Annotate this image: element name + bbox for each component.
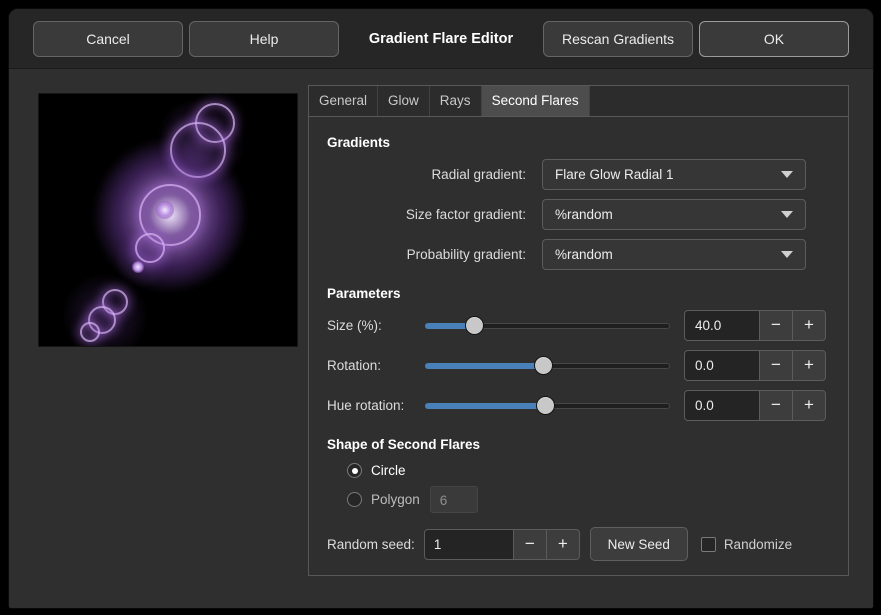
size-factor-gradient-label: Size factor gradient: [319, 207, 542, 222]
random-seed-row: Random seed: 1 − + New Seed Randomize [327, 528, 826, 560]
size-label: Size (%): [319, 318, 415, 333]
tab-general[interactable]: General [309, 86, 378, 116]
hue-rotation-slider[interactable] [425, 395, 670, 415]
circle-radio-label: Circle [371, 463, 406, 478]
circle-radio-row: Circle [347, 456, 826, 485]
polygon-radio-row: Polygon 6 [347, 485, 826, 514]
seed-increment-button[interactable]: + [547, 529, 580, 560]
probability-gradient-row: Probability gradient: %random [319, 234, 826, 274]
ok-button[interactable]: OK [699, 21, 849, 57]
flare-ring [135, 233, 165, 263]
new-seed-button[interactable]: New Seed [590, 527, 688, 561]
editor-notebook: General Glow Rays Second Flares Gradient… [308, 85, 849, 576]
probability-gradient-label: Probability gradient: [319, 247, 542, 262]
rotation-slider[interactable] [425, 355, 670, 375]
tab-second-flares[interactable]: Second Flares [482, 86, 590, 116]
parameters-heading: Parameters [327, 286, 826, 301]
polygon-radio-label: Polygon [371, 492, 420, 507]
seed-decrement-button[interactable]: − [514, 529, 547, 560]
rotation-value[interactable]: 0.0 [684, 350, 760, 381]
cancel-button[interactable]: Cancel [33, 21, 183, 57]
hue-rotation-label: Hue rotation: [319, 398, 415, 413]
radial-gradient-value: Flare Glow Radial 1 [555, 167, 674, 182]
chevron-down-icon [781, 171, 793, 178]
chevron-down-icon [781, 211, 793, 218]
size-increment-button[interactable]: + [793, 310, 826, 341]
probability-gradient-value: %random [555, 247, 613, 262]
polygon-radio[interactable] [347, 492, 362, 507]
help-button[interactable]: Help [189, 21, 339, 57]
hue-rotation-decrement-button[interactable]: − [760, 390, 793, 421]
flare-core-dot [156, 201, 174, 219]
hue-rotation-row: Hue rotation: 0.0 − + [319, 385, 826, 425]
screen: Gradient Flare Editor Cancel Help Rescan… [0, 0, 881, 615]
rotation-increment-button[interactable]: + [793, 350, 826, 381]
size-row: Size (%): 40.0 − + [319, 305, 826, 345]
size-decrement-button[interactable]: − [760, 310, 793, 341]
size-factor-gradient-value: %random [555, 207, 613, 222]
slider-handle[interactable] [536, 396, 555, 415]
rotation-spinbox: 0.0 − + [684, 350, 826, 381]
hue-rotation-value[interactable]: 0.0 [684, 390, 760, 421]
shape-heading: Shape of Second Flares [327, 437, 826, 452]
rotation-row: Rotation: 0.0 − + [319, 345, 826, 385]
radial-gradient-label: Radial gradient: [319, 167, 542, 182]
polygon-sides-input: 6 [430, 486, 478, 513]
slider-handle[interactable] [465, 316, 484, 335]
size-spinbox: 40.0 − + [684, 310, 826, 341]
radial-gradient-select[interactable]: Flare Glow Radial 1 [542, 159, 806, 190]
random-seed-input[interactable]: 1 [424, 529, 514, 560]
flare-preview [38, 93, 298, 347]
rotation-label: Rotation: [319, 358, 415, 373]
gradients-heading: Gradients [327, 135, 826, 150]
size-value[interactable]: 40.0 [684, 310, 760, 341]
radial-gradient-row: Radial gradient: Flare Glow Radial 1 [319, 154, 826, 194]
dialog-header: Gradient Flare Editor Cancel Help Rescan… [9, 9, 873, 69]
second-flares-page: Gradients Radial gradient: Flare Glow Ra… [309, 117, 848, 560]
flare-ring [80, 322, 100, 342]
flare-dot [132, 261, 144, 273]
probability-gradient-select[interactable]: %random [542, 239, 806, 270]
gradient-flare-editor-window: Gradient Flare Editor Cancel Help Rescan… [8, 8, 874, 609]
size-factor-gradient-select[interactable]: %random [542, 199, 806, 230]
hue-rotation-spinbox: 0.0 − + [684, 390, 826, 421]
hue-rotation-increment-button[interactable]: + [793, 390, 826, 421]
slider-fill [425, 363, 543, 369]
random-seed-label: Random seed: [327, 537, 415, 552]
chevron-down-icon [781, 251, 793, 258]
slider-fill [425, 403, 545, 409]
size-slider[interactable] [425, 315, 670, 335]
size-factor-gradient-row: Size factor gradient: %random [319, 194, 826, 234]
circle-radio[interactable] [347, 463, 362, 478]
slider-handle[interactable] [534, 356, 553, 375]
tab-glow[interactable]: Glow [378, 86, 430, 116]
tab-rays[interactable]: Rays [430, 86, 482, 116]
randomize-label: Randomize [724, 537, 792, 552]
rotation-decrement-button[interactable]: − [760, 350, 793, 381]
rescan-gradients-button[interactable]: Rescan Gradients [543, 21, 693, 57]
randomize-checkbox[interactable] [701, 537, 716, 552]
tab-bar: General Glow Rays Second Flares [309, 86, 848, 117]
